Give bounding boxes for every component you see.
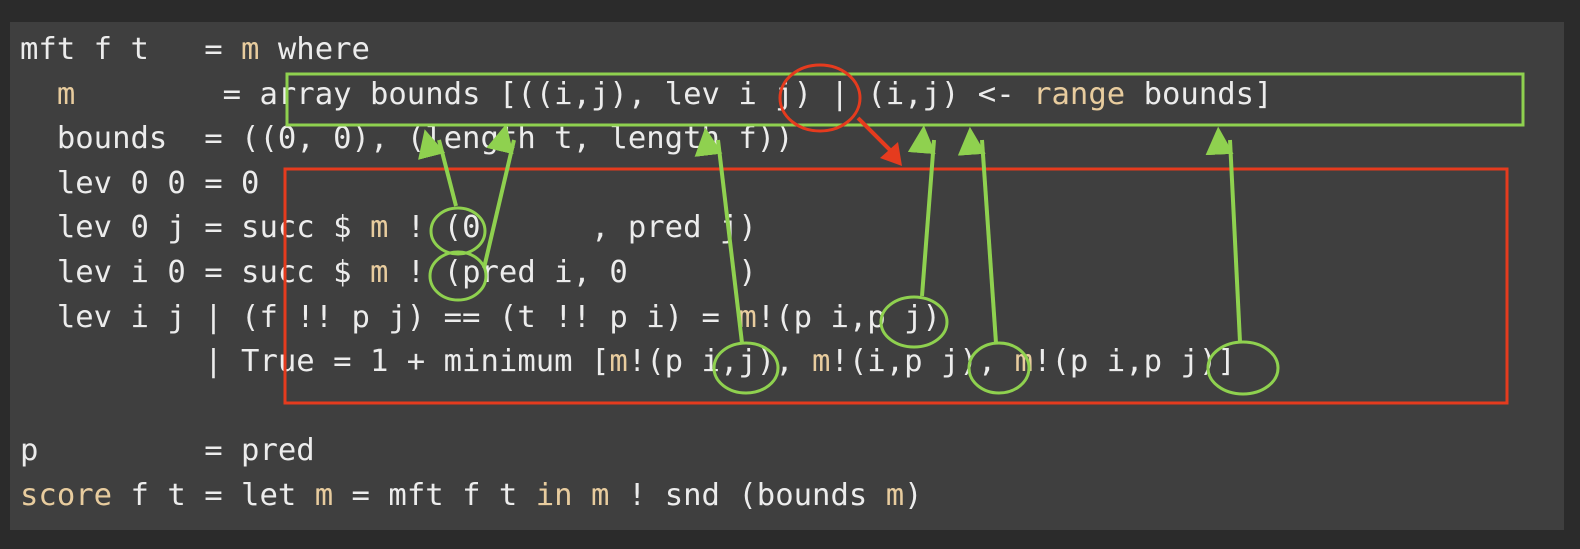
- m-circle-lev0j: [429, 206, 487, 256]
- arrow-m4-to-j: [907, 125, 936, 297]
- arrow-m1-to-i: [418, 129, 458, 207]
- m-circle-min3: [1206, 340, 1280, 396]
- m-circle-min2: [967, 341, 1031, 395]
- m-circle-levij: [879, 295, 949, 349]
- m-circle-min1: [712, 341, 780, 395]
- arrow-m2-to-j: [482, 123, 516, 269]
- m-circle-levi0: [428, 250, 488, 302]
- array-definition-box: [285, 72, 1525, 127]
- annotation-overlay: [283, 63, 1525, 405]
- lev-definition-box: [283, 167, 1509, 405]
